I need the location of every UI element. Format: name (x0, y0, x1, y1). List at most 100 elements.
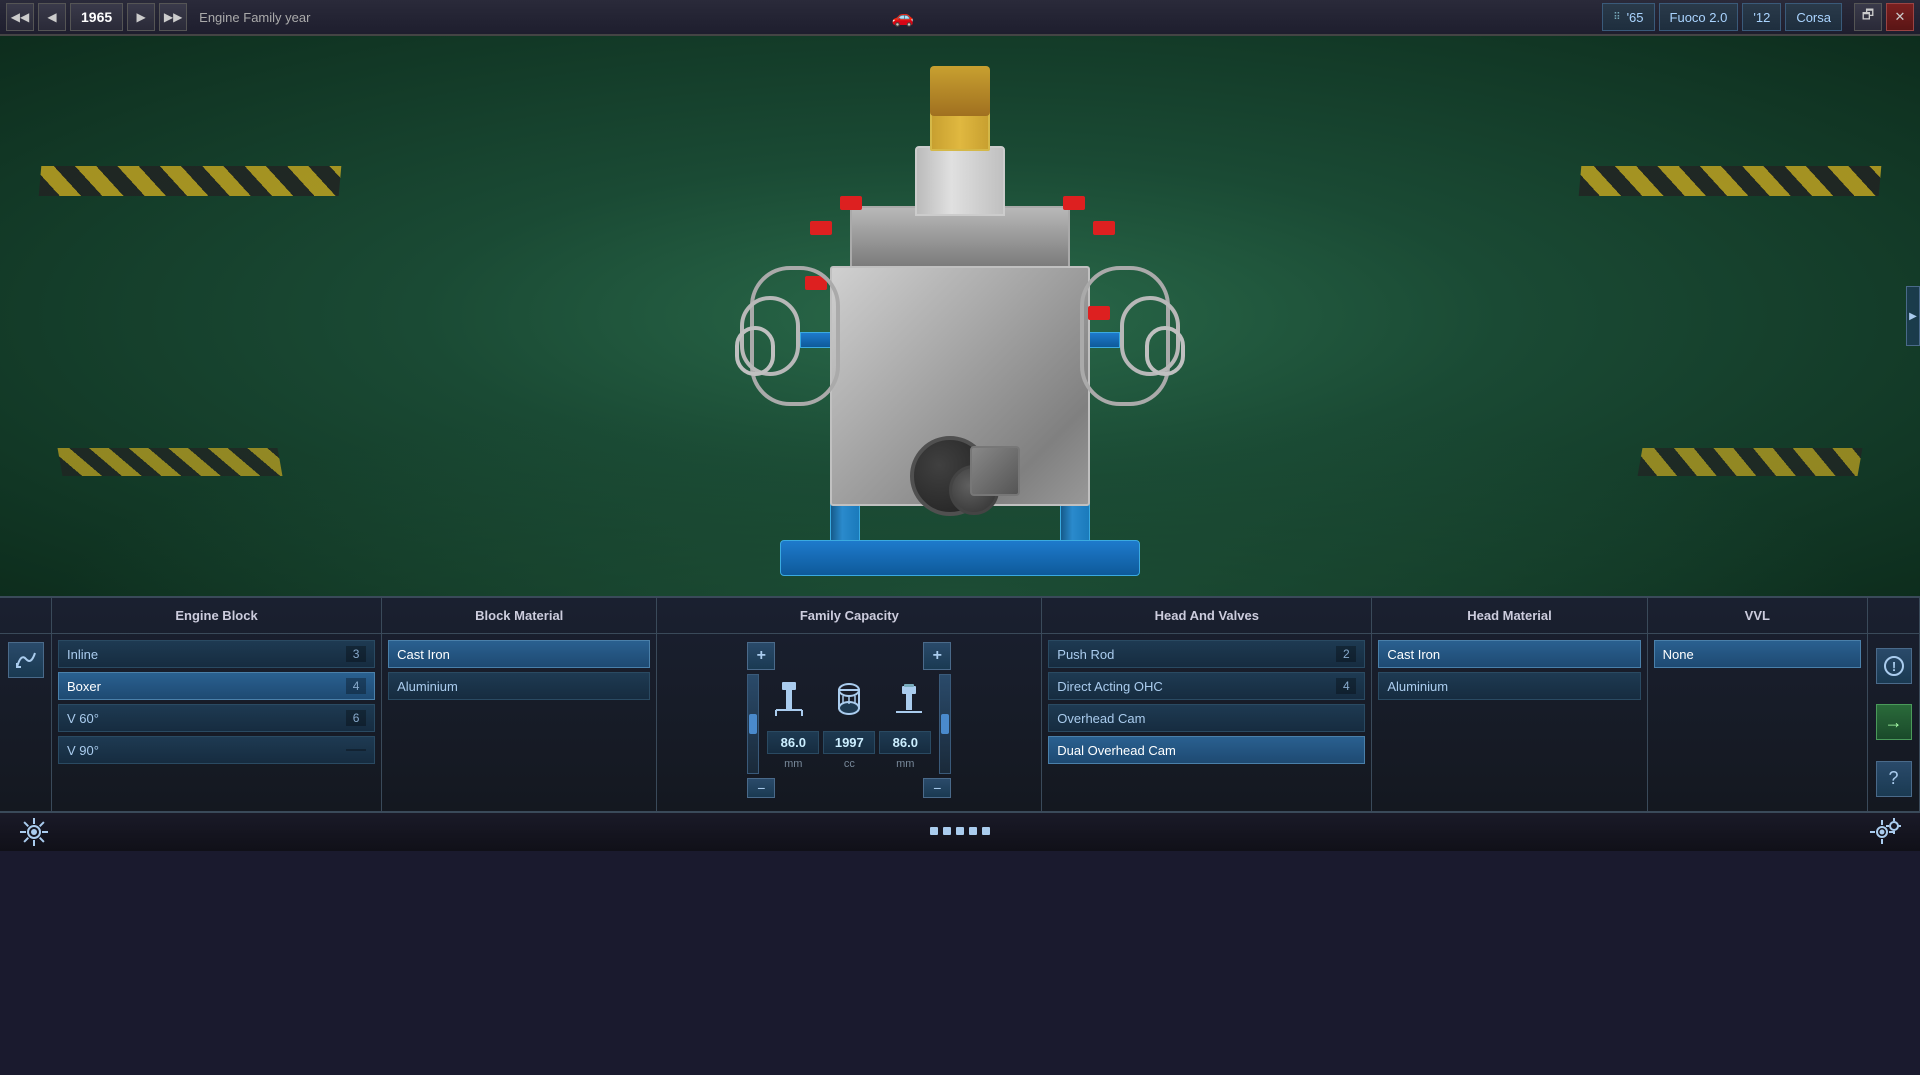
info-warning-button[interactable]: ! (1876, 648, 1912, 684)
vvl-none[interactable]: None (1654, 640, 1861, 668)
capacity-plus2-button[interactable]: + (923, 642, 951, 670)
accent-2 (840, 196, 862, 210)
stroke-unit: mm (879, 758, 931, 770)
bottom-right-icons (1868, 814, 1904, 850)
engine-block-column: Inline 3 Boxer 4 V 60° 6 V 90° (52, 634, 382, 811)
vvl-header: VVL (1648, 598, 1868, 633)
block-material-header: Block Material (382, 598, 657, 633)
head-valves-push-rod[interactable]: Push Rod 2 (1048, 640, 1365, 668)
dots-icon (930, 823, 990, 839)
engine-3d-model (720, 66, 1200, 576)
curve-icon-btn[interactable] (8, 642, 44, 678)
engine-block-item-inline[interactable]: Inline 3 (58, 640, 375, 668)
accent-4 (1063, 196, 1085, 210)
columns-header: Engine Block Block Material Family Capac… (0, 598, 1920, 634)
capacity-values-row: 86.0 1997 86.0 (767, 731, 931, 754)
hazard-stripe-bottom-right (1638, 448, 1863, 476)
bore-icon-group (763, 682, 815, 723)
accent-1 (810, 221, 832, 235)
engine-viewport: ▶ (0, 36, 1920, 596)
engine-block-header: Engine Block (52, 598, 382, 633)
engine-block-item-v90[interactable]: V 90° (58, 736, 375, 764)
capacity-controls: + + (657, 638, 1041, 802)
window-close-button[interactable]: ✕ (1886, 3, 1914, 31)
svg-text:!: ! (1891, 659, 1895, 674)
viewport-scroll-indicator[interactable]: ▶ (1906, 286, 1920, 346)
capacity-minus2-button[interactable]: − (923, 778, 951, 798)
capacity-units-row: mm cc mm (767, 758, 931, 770)
curve-icon (15, 649, 37, 671)
hazard-stripe-left (39, 166, 342, 196)
capacity-minus-button[interactable]: − (747, 778, 775, 798)
cc-icon (834, 682, 864, 718)
exhaust-right (1060, 246, 1190, 466)
family-capacity-column: + + (657, 634, 1042, 811)
capacity-icons-row (763, 682, 935, 723)
engine-block-item-boxer[interactable]: Boxer 4 (58, 672, 375, 700)
accent-3 (1093, 221, 1115, 235)
right-btns-header (1868, 598, 1920, 633)
settings-right-icon (1870, 816, 1902, 848)
arrow-icon: → (1885, 712, 1903, 733)
alternator-body (970, 446, 1020, 496)
engine-block-item-v60[interactable]: V 60° 6 (58, 704, 375, 732)
bore-slider[interactable] (747, 674, 759, 774)
nav-next-button[interactable]: ▶ (127, 3, 155, 31)
columns-content: Inline 3 Boxer 4 V 60° 6 V 90° Cast Iron (0, 634, 1920, 811)
left-icon-header (0, 598, 52, 633)
left-icon-panel (0, 634, 52, 811)
head-material-aluminium[interactable]: Aluminium (1378, 672, 1640, 700)
engine-crane-hook (930, 66, 990, 116)
vvl-column: None (1648, 634, 1868, 811)
bore-icon (774, 682, 804, 718)
engine-family-label: Engine Family year (191, 10, 881, 25)
right-buttons-panel: ! → ? (1868, 634, 1920, 811)
nav-first-button[interactable]: ◀◀ (6, 3, 34, 31)
hazard-stripe-bottom-left (58, 448, 283, 476)
stroke-icon-group (883, 682, 935, 723)
bottom-right-settings-icon[interactable] (1868, 814, 1904, 850)
year-tag2: '12 (1753, 10, 1770, 25)
next-arrow-button[interactable]: → (1876, 704, 1912, 740)
block-material-column: Cast Iron Aluminium (382, 634, 657, 811)
bore-value: 86.0 (767, 731, 819, 754)
bottom-left-icon[interactable] (16, 814, 52, 850)
bottom-bar (0, 811, 1920, 851)
vehicle-icon: 🚗 (885, 3, 921, 31)
trim-name: Corsa (1796, 10, 1831, 25)
stroke-value: 86.0 (879, 731, 931, 754)
nav-last-button[interactable]: ▶▶ (159, 3, 187, 31)
bore-unit: mm (767, 758, 819, 770)
head-valves-header: Head And Valves (1042, 598, 1372, 633)
cc-unit: cc (823, 758, 875, 770)
settings-icon (18, 816, 50, 848)
stand-base (780, 540, 1140, 576)
capacity-plus-button[interactable]: + (747, 642, 775, 670)
head-valves-dual-overhead-cam[interactable]: Dual Overhead Cam (1048, 736, 1365, 764)
head-material-column: Cast Iron Aluminium (1372, 634, 1647, 811)
engine-name: Fuoco 2.0 (1670, 10, 1728, 25)
cc-icon-group (823, 682, 875, 723)
trim-name-box: Corsa (1785, 3, 1842, 31)
engine-intake (915, 146, 1005, 216)
head-valves-column: Push Rod 2 Direct Acting OHC 4 Overhead … (1042, 634, 1372, 811)
head-material-cast-iron[interactable]: Cast Iron (1378, 640, 1640, 668)
bottom-dots (930, 823, 990, 842)
top-bar: ◀◀ ◀ 1965 ▶ ▶▶ Engine Family year 🚗 ⠿ '6… (0, 0, 1920, 36)
nav-prev-button[interactable]: ◀ (38, 3, 66, 31)
block-material-aluminium[interactable]: Aluminium (388, 672, 650, 700)
engine-pulley (890, 426, 1030, 526)
head-material-header: Head Material (1372, 598, 1647, 633)
family-capacity-header: Family Capacity (657, 598, 1042, 633)
top-right-section: ⠿ '65 Fuoco 2.0 '12 Corsa (1602, 3, 1842, 31)
window-minimize-button[interactable]: 🗗 (1854, 3, 1882, 31)
head-valves-overhead-cam[interactable]: Overhead Cam (1048, 704, 1365, 732)
cc-value: 1997 (823, 731, 875, 754)
warning-icon: ! (1884, 656, 1904, 676)
block-material-cast-iron[interactable]: Cast Iron (388, 640, 650, 668)
year-tag: '65 (1627, 10, 1644, 25)
head-valves-direct-acting-ohc[interactable]: Direct Acting OHC 4 (1048, 672, 1365, 700)
help-button[interactable]: ? (1876, 761, 1912, 797)
question-icon: ? (1889, 768, 1899, 789)
stroke-slider[interactable] (939, 674, 951, 774)
